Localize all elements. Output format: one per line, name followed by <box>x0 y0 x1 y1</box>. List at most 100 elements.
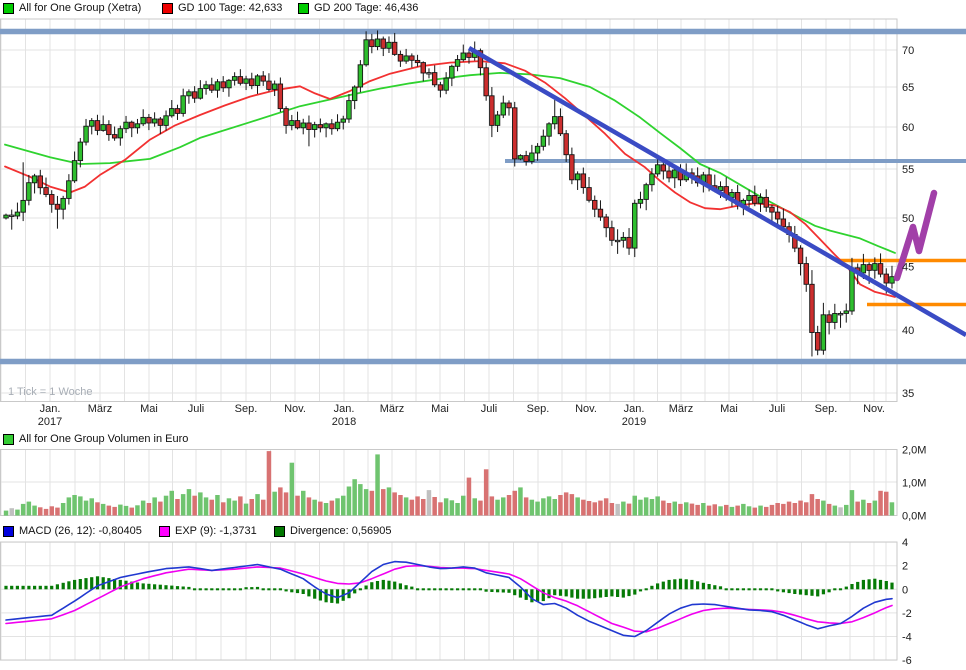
volume-bar <box>295 496 300 516</box>
volume-bar <box>170 491 175 516</box>
candle-body <box>387 42 392 48</box>
volume-bar <box>387 487 392 515</box>
divergence-bar <box>250 587 253 589</box>
volume-bar <box>301 491 306 516</box>
volume-bar <box>84 501 89 516</box>
candle-body <box>490 96 495 126</box>
divergence-bar <box>662 582 665 590</box>
divergence-bar <box>427 588 430 590</box>
divergence-bar <box>365 586 368 590</box>
volume-bar <box>781 504 786 516</box>
candle-body <box>112 135 117 138</box>
divergence-bar <box>828 589 831 592</box>
volume-bar <box>575 497 580 515</box>
candle-body <box>398 54 403 61</box>
divergence-bar <box>622 589 625 597</box>
candle-body <box>432 73 437 85</box>
candle-body <box>232 77 237 81</box>
divergence-bar <box>176 586 179 589</box>
volume-bar <box>758 506 763 516</box>
candle-body <box>175 109 180 114</box>
price-panel[interactable]: 7065605550454035Jan.2017MärzMaiJuliSep.N… <box>0 19 966 428</box>
volume-bar <box>141 501 146 516</box>
price-axis-label: 70 <box>902 45 914 57</box>
volume-bar <box>678 504 683 516</box>
month-axis-label: Nov. <box>284 403 306 415</box>
divergence-bar <box>479 588 482 590</box>
candle-body <box>341 119 346 122</box>
price-axis-label: 55 <box>902 164 914 176</box>
volume-bar <box>335 498 340 515</box>
exp-series-label: EXP (9): -1,3731 <box>175 525 257 537</box>
volume-bar <box>855 502 860 516</box>
candle-body <box>770 207 775 212</box>
volume-bar <box>4 511 9 516</box>
candle-body <box>581 174 586 188</box>
divergence-bar <box>170 586 173 590</box>
candle-body <box>673 170 678 178</box>
divergence-bar <box>765 588 768 590</box>
volume-bar <box>513 491 518 516</box>
divergence-bar <box>702 583 705 590</box>
volume-bar <box>250 499 255 516</box>
month-axis-label: Jan. <box>334 403 355 415</box>
month-axis-label: Sep. <box>527 403 550 415</box>
volume-bar <box>101 504 106 516</box>
price-legend-item-gd100: GD 100 Tage: 42,633 <box>162 2 282 14</box>
divergence-bar <box>868 579 871 589</box>
volume-series-label: All for One Group Volumen in Euro <box>19 433 188 445</box>
volume-bar <box>747 506 752 515</box>
candle-body <box>461 53 466 60</box>
volume-bar <box>541 498 546 515</box>
divergence-bar <box>210 588 213 590</box>
divergence-bar <box>164 585 167 589</box>
volume-bar <box>707 506 712 516</box>
divergence-bar <box>416 588 419 590</box>
volume-bar <box>370 491 375 516</box>
candle-body <box>815 333 820 351</box>
candle-body <box>455 60 460 67</box>
macd-line <box>6 562 892 637</box>
candle-body <box>890 277 895 283</box>
candle-body <box>867 265 872 271</box>
divergence-bar <box>44 586 47 590</box>
stock-chart-canvas[interactable]: 7065605550454035Jan.2017MärzMaiJuliSep.N… <box>0 0 966 670</box>
candle-body <box>170 109 175 116</box>
candle-body <box>358 65 363 87</box>
divergence-bar <box>730 588 733 590</box>
divergence-bar <box>33 586 36 590</box>
candle-body <box>118 129 123 138</box>
divergence-bar <box>553 589 556 595</box>
volume-bar <box>112 507 117 516</box>
exp-signal-line <box>6 566 892 632</box>
macd-axis-label: 0 <box>902 584 908 596</box>
candle-body <box>238 77 243 84</box>
divergence-bar <box>147 584 150 590</box>
volume-bar <box>633 496 638 516</box>
candle-body <box>192 92 197 98</box>
divergence-bar <box>159 585 162 590</box>
macd-panel[interactable]: 420-2-4-6 <box>0 537 912 667</box>
candle-body <box>404 56 409 61</box>
divergence-bar <box>690 580 693 589</box>
volume-bar <box>67 497 72 515</box>
divergence-bar <box>673 579 676 589</box>
volume-bar <box>210 500 215 516</box>
volume-bar <box>627 504 632 516</box>
divergence-bar <box>587 589 590 598</box>
candle-body <box>621 237 626 240</box>
candle-body <box>495 115 500 125</box>
month-axis-label: Mai <box>140 403 158 415</box>
volume-bar <box>187 489 192 515</box>
candle-body <box>450 66 455 78</box>
volume-panel[interactable]: 2,0M1,0M0,0M <box>0 445 926 523</box>
volume-bar <box>272 492 277 516</box>
volume-bar <box>535 502 540 516</box>
divergence-bar <box>462 588 465 590</box>
candle-body <box>878 264 883 275</box>
divergence-bar <box>422 588 425 590</box>
candle-body <box>838 314 843 315</box>
volume-bar <box>364 489 369 515</box>
divergence-bar <box>890 583 893 590</box>
divergence-bar <box>393 582 396 590</box>
